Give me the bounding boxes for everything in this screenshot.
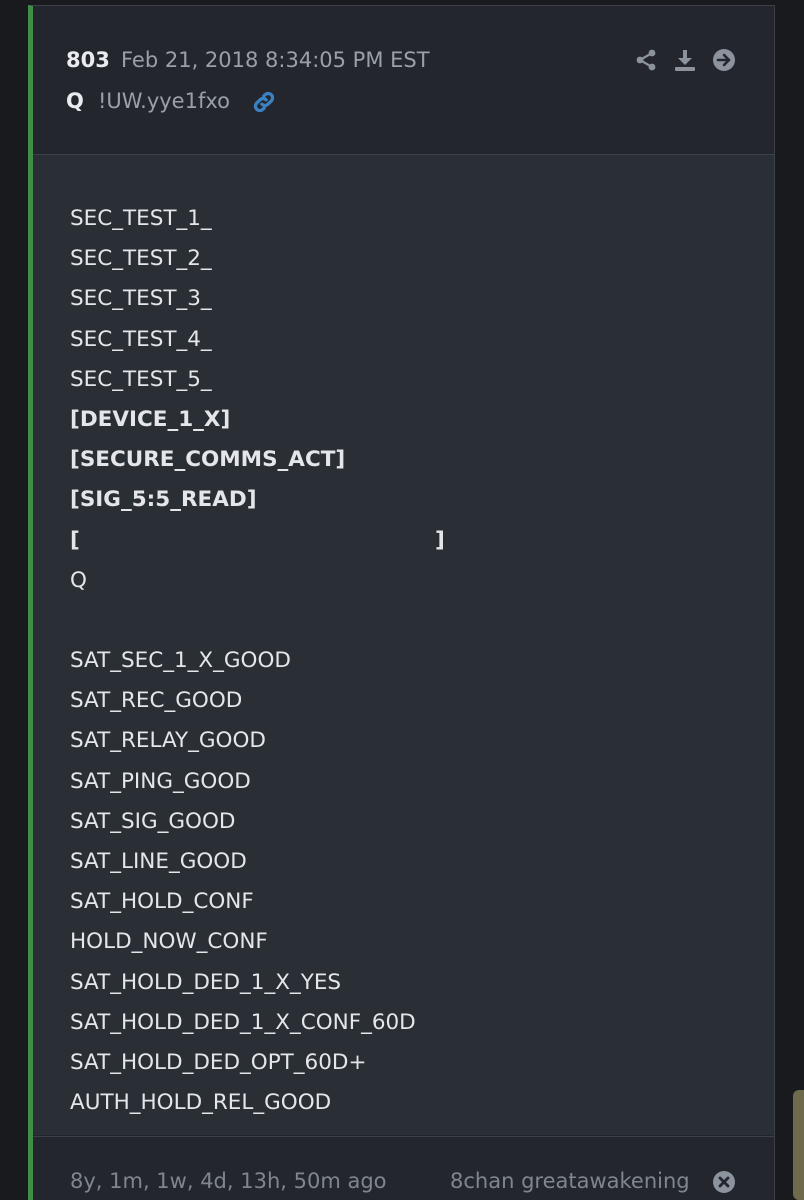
message-line: SAT_LINE_GOOD <box>70 849 247 874</box>
message-line: AUTH_HOLD_REL_GOOD <box>70 1090 332 1116</box>
message-line: SAT_REC_GOOD <box>70 688 243 714</box>
message-line: SEC_TEST_3_ <box>70 286 212 312</box>
post-body: SEC_TEST_1_ SEC_TEST_2_ SEC_TEST_3_ SEC_TES… <box>33 155 774 1135</box>
background-edge <box>793 1090 804 1200</box>
post-header: 803 Feb 21, 2018 8:34:05 PM EST Q !UW.yy… <box>33 6 774 155</box>
link-icon[interactable] <box>251 89 277 115</box>
message-line: [] <box>70 521 450 561</box>
message-line: SAT_SIG_GOOD <box>70 808 236 834</box>
message-line: Q <box>70 567 87 593</box>
message-line: SAT_HOLD_DED_1_X_YES <box>70 969 342 995</box>
bracket-close: ] <box>435 527 445 553</box>
message-line: [SIG_5:5_READ] <box>70 487 257 513</box>
post-number[interactable]: 803 <box>66 48 110 72</box>
message-line: SEC_TEST_1_ <box>70 206 212 231</box>
message-line: SAT_SEC_1_X_GOOD <box>70 648 291 674</box>
message-line: HOLD_NOW_CONF <box>70 929 268 955</box>
post-date: Feb 21, 2018 8:34:05 PM EST <box>121 48 430 72</box>
message-line: [DEVICE_1_X] <box>70 406 231 432</box>
source-board[interactable]: 8chan greatawakening <box>450 1169 690 1193</box>
post-card: 803 Feb 21, 2018 8:34:05 PM EST Q !UW.yy… <box>28 5 775 1200</box>
bracket-open: [ <box>70 527 80 553</box>
message-line: SAT_HOLD_DED_OPT_60D+ <box>70 1049 367 1075</box>
arrow-right-circle-icon[interactable] <box>712 48 736 72</box>
message-line: SAT_HOLD_DED_1_X_CONF_60D <box>70 1009 416 1035</box>
post-message: SEC_TEST_1_ SEC_TEST_2_ SEC_TEST_3_ SEC_TES… <box>70 199 450 1123</box>
post-tripcode: !UW.yye1fxo <box>98 89 230 113</box>
post-footer: 8y, 1m, 1w, 4d, 13h, 50m ago 8chan great… <box>33 1136 774 1200</box>
post-author: Q <box>66 89 84 113</box>
relative-time: 8y, 1m, 1w, 4d, 13h, 50m ago <box>70 1169 387 1193</box>
download-icon[interactable] <box>673 48 697 72</box>
message-line: SAT_RELAY_GOOD <box>70 728 266 754</box>
message-line: SEC_TEST_2_ <box>70 246 212 272</box>
message-line: SAT_HOLD_CONF <box>70 889 254 915</box>
post-actions <box>634 48 736 72</box>
close-circle-icon[interactable] <box>712 1170 736 1194</box>
message-line: SEC_TEST_5_ <box>70 366 212 392</box>
message-line: [SECURE_COMMS_ACT] <box>70 447 346 473</box>
blank-line <box>70 601 450 641</box>
message-line: SAT_PING_GOOD <box>70 768 251 794</box>
message-line: SEC_TEST_4_ <box>70 326 212 352</box>
share-icon[interactable] <box>634 48 658 72</box>
